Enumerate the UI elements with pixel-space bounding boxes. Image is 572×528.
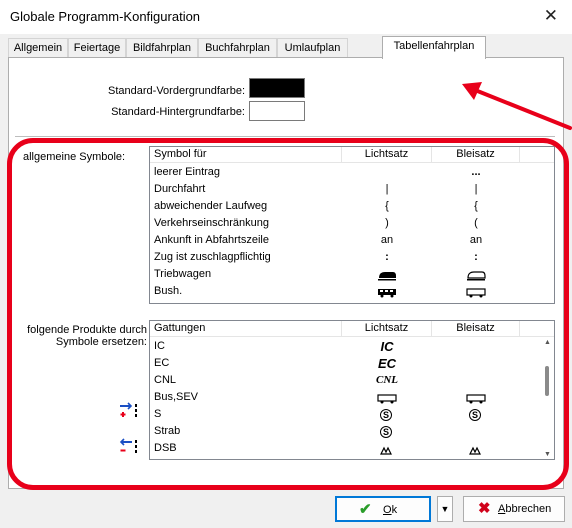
row-bleisatz: ... (471, 166, 481, 178)
row-name: Bush. (154, 285, 183, 297)
column-header-bleisatz[interactable]: Bleisatz (432, 321, 520, 337)
row-name: Ankunft in Abfahrtszeile (154, 234, 269, 246)
cancel-button[interactable]: ✖ Abbrechen (463, 496, 565, 522)
foreground-color-swatch[interactable] (249, 78, 305, 98)
scroll-thumb[interactable] (545, 366, 549, 396)
title-bar: Globale Programm-Konfiguration ✕ (0, 0, 572, 34)
symbols-list-header: Symbol für Lichtsatz Bleisatz (150, 147, 554, 163)
bus-icon (466, 393, 486, 404)
row-name: Zug ist zuschlagpflichtig (154, 251, 271, 263)
row-lichtsatz: ) (385, 217, 389, 229)
table-row[interactable]: IC IC (150, 338, 554, 355)
check-icon: ✔ (359, 501, 372, 518)
table-row[interactable]: Durchfahrt | | (150, 181, 554, 198)
table-row[interactable]: Strab S (150, 423, 554, 440)
tab-feiertage[interactable]: Feiertage (68, 38, 126, 58)
remove-product-icon[interactable] (119, 438, 141, 454)
table-row[interactable]: Bush. (150, 283, 554, 300)
table-row[interactable]: leerer Eintrag ... (150, 164, 554, 181)
row-bleisatz: an (469, 234, 483, 246)
table-row[interactable]: CNL CNL (150, 372, 554, 389)
column-header-symbol[interactable]: Symbol für (150, 147, 342, 163)
table-row[interactable]: Zug ist zuschlagpflichtig : : (150, 249, 554, 266)
table-row[interactable]: S S S (150, 406, 554, 423)
row-lichtsatz: { (385, 200, 389, 212)
row-name: CNL (154, 374, 177, 386)
railcar-icon (466, 270, 486, 281)
background-color-swatch[interactable] (249, 101, 305, 121)
close-icon[interactable]: ✕ (544, 6, 558, 26)
column-header-bleisatz[interactable]: Bleisatz (432, 147, 520, 163)
table-row[interactable]: Verkehrseinschränkung ) ( (150, 215, 554, 232)
railcar-icon (377, 270, 397, 281)
symbols-label: allgemeine Symbole: (23, 151, 126, 163)
row-name: Strab (154, 425, 181, 437)
separator (15, 136, 555, 137)
row-bleisatz: : (474, 251, 478, 263)
row-bleisatz: | (474, 183, 478, 195)
row-name: abweichender Laufweg (154, 200, 268, 212)
ec-logo: EC (377, 356, 397, 371)
cnl-logo: CNL (376, 374, 398, 386)
row-name: Bus,SEV (154, 391, 199, 403)
tab-bildfahrplan[interactable]: Bildfahrplan (126, 38, 198, 58)
row-lichtsatz (342, 164, 432, 181)
table-row[interactable]: Ankunft in Abfahrtszeile an an (150, 232, 554, 249)
ok-button-label: Ok (383, 504, 398, 516)
chevron-down-icon: ▼ (440, 504, 450, 514)
table-row[interactable]: DSB (150, 440, 554, 457)
close-icon: ✖ (478, 500, 491, 517)
add-product-icon[interactable] (119, 402, 141, 418)
background-color-label: Standard-Hintergrundfarbe: (111, 106, 245, 118)
row-lichtsatz: an (380, 234, 394, 246)
column-header-lichtsatz[interactable]: Lichtsatz (342, 321, 432, 337)
scroll-up-icon[interactable]: ▲ (544, 339, 551, 346)
tab-umlaufplan[interactable]: Umlaufplan (277, 38, 348, 58)
products-list-header: Gattungen Lichtsatz Bleisatz (150, 321, 554, 337)
dropdown-button[interactable]: ▼ (437, 496, 453, 522)
table-row[interactable]: Triebwagen (150, 266, 554, 283)
ok-button[interactable]: ✔ Ok (335, 496, 431, 522)
window-title: Globale Programm-Konfiguration (10, 9, 201, 24)
symbols-list[interactable]: Symbol für Lichtsatz Bleisatz leerer Ein… (149, 146, 555, 304)
bus-icon (377, 287, 397, 298)
products-label: folgende Produkte durch Symbole ersetzen… (27, 324, 147, 348)
row-lichtsatz: | (385, 183, 389, 195)
bus-icon (466, 287, 486, 298)
table-row[interactable]: EC EC (150, 355, 554, 372)
products-scrollbar[interactable]: ▲ ▼ (541, 338, 554, 459)
scroll-down-icon[interactable]: ▼ (544, 451, 551, 458)
row-name: IC (154, 340, 165, 352)
dsb-icon (380, 445, 392, 455)
table-row[interactable]: Bus,SEV (150, 389, 554, 406)
column-header-gattungen[interactable]: Gattungen (150, 321, 342, 337)
row-name: Durchfahrt (154, 183, 206, 195)
row-name: Triebwagen (154, 268, 212, 280)
tab-tabellenfahrplan[interactable]: Tabellenfahrplan (382, 36, 486, 59)
ic-logo: IC (380, 339, 394, 354)
row-bleisatz: ( (474, 217, 478, 229)
table-row[interactable]: abweichender Laufweg { { (150, 198, 554, 215)
tab-allgemein[interactable]: Allgemein (8, 38, 68, 58)
row-bleisatz: { (474, 200, 478, 212)
row-name: EC (154, 357, 170, 369)
row-lichtsatz: : (385, 251, 389, 263)
row-name: S (154, 408, 162, 420)
dsb-icon (469, 445, 481, 455)
column-header-lichtsatz[interactable]: Lichtsatz (342, 147, 432, 163)
s-bahn-icon: S (469, 409, 481, 421)
foreground-color-label: Standard-Vordergrundfarbe: (108, 85, 245, 97)
s-bahn-icon: S (380, 426, 392, 438)
bus-icon (377, 393, 397, 404)
row-name: DSB (154, 442, 177, 454)
s-bahn-icon: S (380, 409, 392, 421)
row-name: Verkehrseinschränkung (154, 217, 269, 229)
row-name: leerer Eintrag (154, 166, 221, 178)
cancel-button-label: Abbrechen (498, 503, 552, 515)
tab-buchfahrplan[interactable]: Buchfahrplan (198, 38, 277, 58)
tab-panel: Standard-Vordergrundfarbe: Standard-Hint… (8, 57, 564, 489)
products-list[interactable]: Gattungen Lichtsatz Bleisatz IC IC EC EC… (149, 320, 555, 460)
